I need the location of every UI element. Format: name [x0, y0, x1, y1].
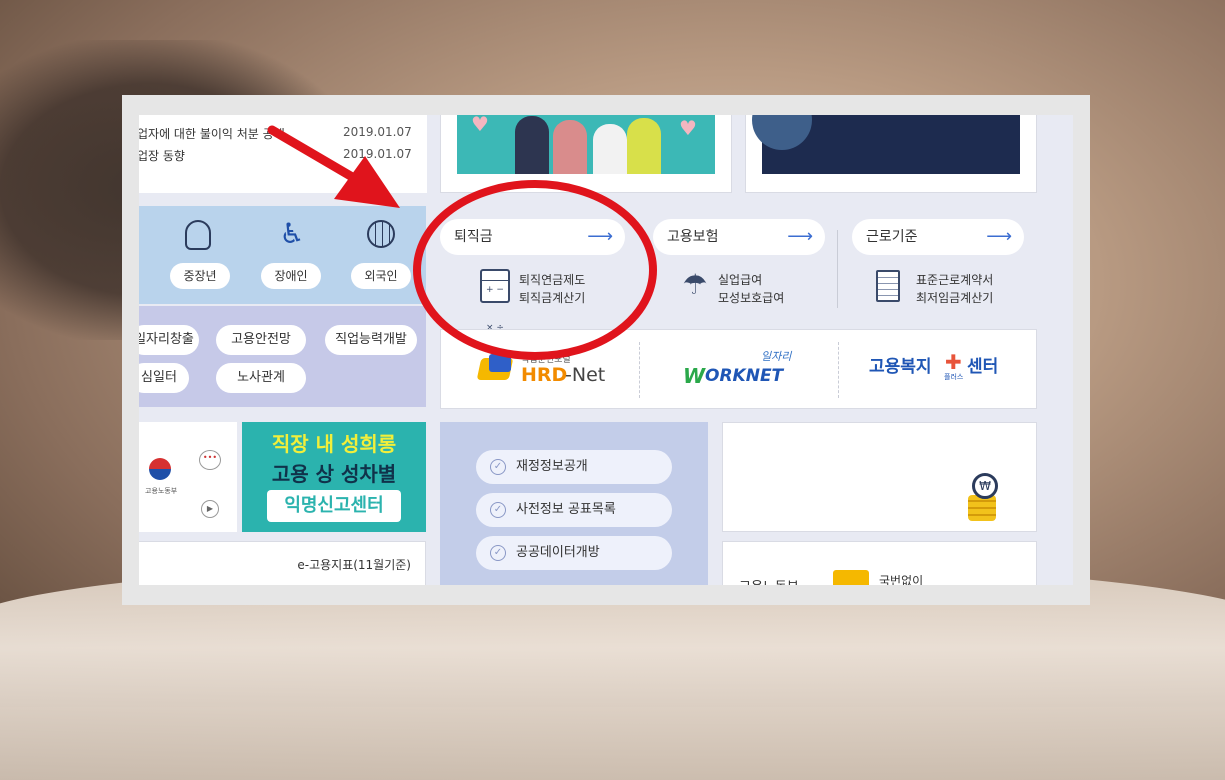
annotation-arrow-shaft	[267, 125, 359, 183]
annotation-arrow-head	[334, 156, 400, 208]
annotation-overlay	[267, 125, 657, 360]
annotation-circle	[413, 180, 657, 360]
